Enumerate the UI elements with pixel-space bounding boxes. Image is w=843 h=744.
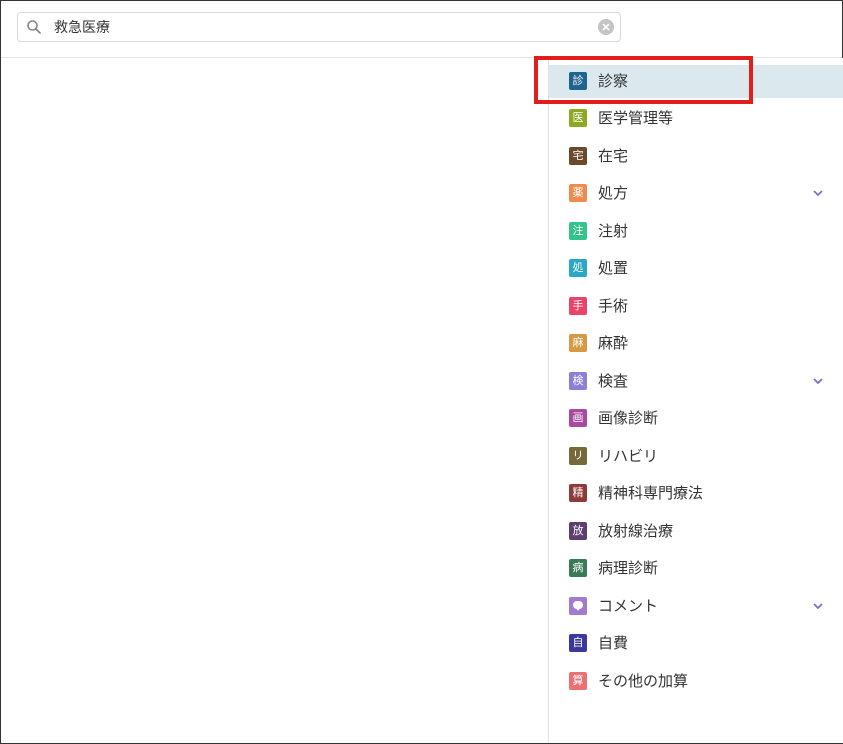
sidebar-item-label: 病理診断 (598, 559, 659, 577)
category-badge: 医 (569, 109, 587, 127)
category-badge: 注 (569, 222, 587, 240)
sidebar-item[interactable]: 麻麻酔 (549, 327, 843, 360)
sidebar-item-label: 在宅 (598, 147, 629, 165)
sidebar-item[interactable]: 画画像診断 (549, 402, 843, 435)
sidebar-item-label: 精神科専門療法 (598, 484, 704, 502)
category-badge: リ (569, 447, 587, 465)
search-box[interactable] (17, 12, 621, 42)
category-badge: 病 (569, 559, 587, 577)
category-badge: 放 (569, 522, 587, 540)
sidebar-item[interactable]: 薬処方 (549, 177, 843, 210)
sidebar-item[interactable]: 診診察 (549, 65, 843, 98)
clear-search-button[interactable] (598, 19, 614, 35)
sidebar-item[interactable]: 検検査 (549, 365, 843, 398)
sidebar-item[interactable]: 病病理診断 (549, 552, 843, 585)
category-badge: 自 (569, 634, 587, 652)
sidebar-item[interactable]: 自自費 (549, 627, 843, 660)
category-badge: 処 (569, 259, 587, 277)
sidebar-item[interactable]: 精精神科専門療法 (549, 477, 843, 510)
search-bar (1, 1, 842, 58)
search-input[interactable] (54, 16, 574, 38)
sidebar-item[interactable]: リリハビリ (549, 440, 843, 473)
sidebar-item-label: 麻酔 (598, 334, 629, 352)
sidebar-item-label: その他の加算 (598, 672, 689, 690)
sidebar-item-label: 自費 (598, 634, 629, 652)
category-badge: 麻 (569, 334, 587, 352)
sidebar-item-label: 処置 (598, 259, 629, 277)
sidebar-item-label: 診察 (598, 72, 629, 90)
sidebar-item[interactable]: 処処置 (549, 252, 843, 285)
category-badge: 薬 (569, 184, 587, 202)
category-badge: 手 (569, 297, 587, 315)
chevron-down-icon[interactable] (812, 377, 824, 385)
chevron-down-icon[interactable] (812, 189, 824, 197)
sidebar-item[interactable]: 医医学管理等 (549, 102, 843, 135)
sidebar-item[interactable]: 注注射 (549, 215, 843, 248)
sidebar-item-label: コメント (598, 597, 659, 615)
sidebar-item-label: リハビリ (598, 447, 659, 465)
sidebar-item[interactable]: 宅在宅 (549, 140, 843, 173)
app-frame: 診診察医医学管理等宅在宅薬処方注注射処処置手手術麻麻酔検検査画画像診断リリハビリ… (0, 0, 843, 744)
sidebar-item[interactable]: 放放射線治療 (549, 515, 843, 548)
category-badge: 検 (569, 372, 587, 390)
sidebar-item-label: 医学管理等 (598, 109, 674, 127)
close-icon (602, 23, 610, 31)
sidebar-item-label: 処方 (598, 184, 629, 202)
sidebar-item-label: 放射線治療 (598, 522, 674, 540)
category-sidebar: 診診察医医学管理等宅在宅薬処方注注射処処置手手術麻麻酔検検査画画像診断リリハビリ… (548, 58, 843, 743)
comment-bubble-icon (569, 597, 587, 615)
chevron-down-icon[interactable] (812, 602, 824, 610)
sidebar-item-label: 検査 (598, 372, 629, 390)
category-badge: 算 (569, 672, 587, 690)
sidebar-item-label: 手術 (598, 297, 629, 315)
sidebar-item[interactable]: 手手術 (549, 290, 843, 323)
category-badge: 画 (569, 409, 587, 427)
sidebar-item[interactable]: コメント (549, 590, 843, 623)
category-badge: 精 (569, 484, 587, 502)
sidebar-item-label: 画像診断 (598, 409, 659, 427)
sidebar-item[interactable]: 算その他の加算 (549, 665, 843, 698)
sidebar-item-label: 注射 (598, 222, 629, 240)
main-content-area (1, 58, 548, 743)
search-icon (26, 19, 42, 35)
category-badge: 宅 (569, 147, 587, 165)
category-badge: 診 (569, 72, 587, 90)
